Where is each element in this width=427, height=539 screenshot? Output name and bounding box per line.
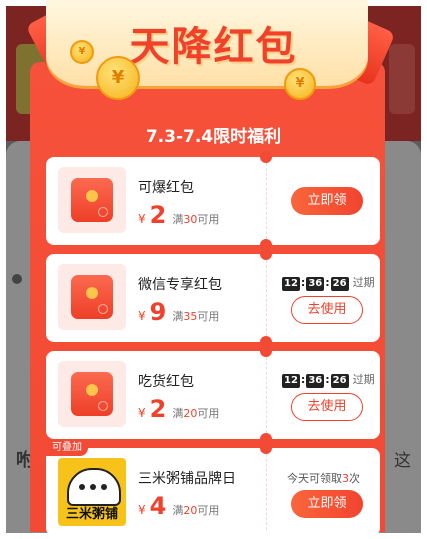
gold-coin-icon: ¥: [284, 68, 316, 100]
coupon-card: 可爆红包 ¥2 满30可用 立即领: [46, 151, 380, 251]
coupon-title: 吃货红包: [138, 374, 194, 390]
popup-subtitle: 7.3-7.4限时福利: [145, 127, 282, 147]
currency-symbol: ¥: [138, 406, 146, 420]
countdown-minutes: 36: [306, 277, 325, 291]
coupon-condition: 满35可用: [172, 310, 220, 323]
background-dot: [12, 274, 22, 284]
coupon-title: 可爆红包: [138, 180, 194, 196]
red-envelope-icon: [58, 361, 126, 427]
red-envelope-icon: [58, 167, 126, 233]
currency-symbol: ¥: [138, 309, 146, 323]
coupon-price: ¥2 满20可用: [138, 395, 219, 423]
coupon-title: 微信专享红包: [138, 277, 222, 293]
coupon-condition: 满20可用: [172, 504, 220, 517]
coupon-price: ¥2 满30可用: [138, 201, 219, 229]
expiry-countdown: 12:36:26 过期: [282, 373, 375, 388]
countdown-label: 过期: [352, 373, 375, 386]
coupon-card: 三米粥铺 可叠加 三米粥铺品牌日 ¥4 满20可用 今天可领取3次 立即领: [46, 440, 380, 536]
logo-text: 三米粥铺: [65, 507, 118, 522]
coupon-amount: 4: [149, 492, 167, 520]
coupon-amount: 2: [149, 201, 167, 229]
stackable-badge: 可叠加: [46, 440, 88, 456]
claim-limit-note: 今天可领取3次: [287, 472, 360, 485]
claim-button[interactable]: 立即领: [291, 490, 363, 518]
coupon-card: 微信专享红包 ¥9 满35可用 12:36:26 过期 去使用: [46, 248, 380, 348]
coupon-card: 吃货红包 ¥2 满20可用 12:36:26 过期 去使用: [46, 345, 380, 445]
gold-coin-icon: ¥: [96, 56, 140, 100]
countdown-hours: 12: [282, 374, 300, 388]
use-button[interactable]: 去使用: [291, 393, 363, 421]
coupon-condition: 满20可用: [172, 407, 220, 420]
currency-symbol: ¥: [138, 212, 146, 226]
countdown-seconds: 26: [330, 277, 349, 291]
red-envelope-icon: [58, 264, 126, 330]
coupon-price: ¥4 满20可用: [138, 492, 219, 520]
gold-coin-icon: ¥: [70, 40, 94, 64]
coupon-amount: 9: [149, 298, 167, 326]
expiry-countdown: 12:36:26 过期: [282, 276, 375, 291]
claim-button[interactable]: 立即领: [291, 187, 363, 215]
coupon-title: 三米粥铺品牌日: [138, 471, 236, 487]
popup-title: 天降红包: [129, 24, 298, 70]
use-button[interactable]: 去使用: [291, 296, 363, 324]
countdown-label: 过期: [352, 276, 375, 289]
coupon-condition: 满30可用: [172, 213, 220, 226]
countdown-minutes: 36: [306, 374, 325, 388]
coupon-price: ¥9 满35可用: [138, 298, 219, 326]
currency-symbol: ¥: [138, 503, 146, 517]
background-text-right: 这: [394, 451, 411, 471]
countdown-seconds: 26: [330, 374, 349, 388]
countdown-hours: 12: [282, 277, 300, 291]
sanmi-congee-logo: 三米粥铺: [58, 458, 126, 526]
coupon-amount: 2: [149, 395, 167, 423]
